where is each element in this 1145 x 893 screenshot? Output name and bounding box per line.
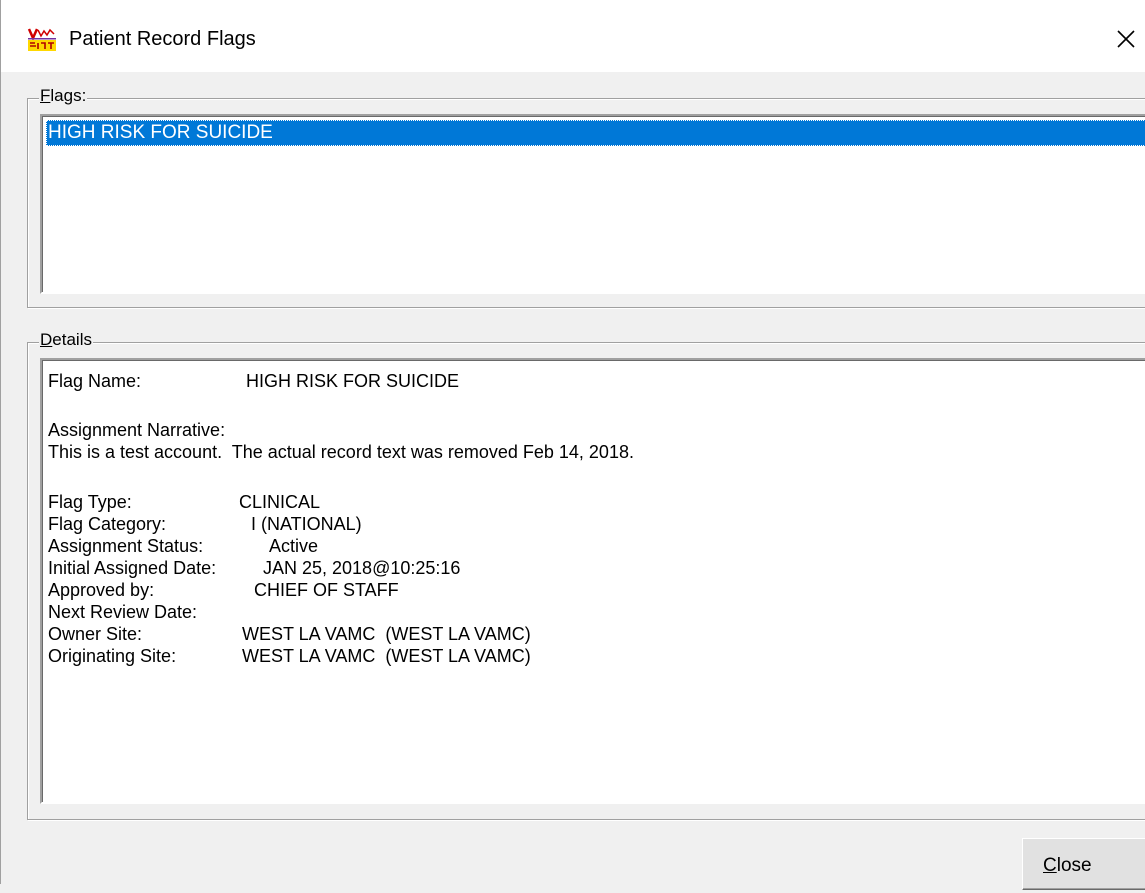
narrative-label: Assignment Narrative: [48,420,226,440]
flags-listbox[interactable]: HIGH RISK FOR SUICIDE [40,114,1145,294]
flag-name-label: Flag Name: [48,371,142,391]
details-group-label: Details [39,330,93,350]
list-item[interactable]: HIGH RISK FOR SUICIDE [46,120,1145,146]
flag-type-value: CLINICAL [239,492,321,512]
initial-assigned-value: JAN 25, 2018@10:25:16 [263,558,461,578]
details-memo[interactable]: Flag Name: HIGH RISK FOR SUICIDE Assignm… [40,358,1145,804]
flag-category-value: I (NATIONAL) [251,514,362,534]
owner-site-value: WEST LA VAMC (WEST LA VAMC) [242,624,531,644]
close-button[interactable]: Close [1022,838,1145,890]
approved-by-value: CHIEF OF STAFF [254,580,399,600]
assignment-status-label: Assignment Status: [48,536,204,556]
next-review-label: Next Review Date: [48,602,198,622]
window-title: Patient Record Flags [69,28,256,50]
originating-site-label: Originating Site: [48,646,177,666]
owner-site-label: Owner Site: [48,624,143,644]
assignment-status-value: Active [269,536,319,556]
narrative-text: This is a test account. The actual recor… [48,442,634,462]
flag-category-label: Flag Category: [48,514,167,534]
initial-assigned-label: Initial Assigned Date: [48,558,217,578]
originating-site-value: WEST LA VAMC (WEST LA VAMC) [242,646,531,666]
title-bar[interactable]: Patient Record Flags [1,0,1145,72]
flags-group-label: Flags: [39,86,88,106]
flag-name-value: HIGH RISK FOR SUICIDE [246,371,460,391]
close-icon[interactable] [1105,18,1145,58]
patient-record-flags-dialog: Patient Record Flags Flags: HIGH RISK FO… [0,0,1145,890]
flag-type-label: Flag Type: [48,492,132,512]
cprs-app-icon [27,26,57,52]
approved-by-label: Approved by: [48,580,155,600]
